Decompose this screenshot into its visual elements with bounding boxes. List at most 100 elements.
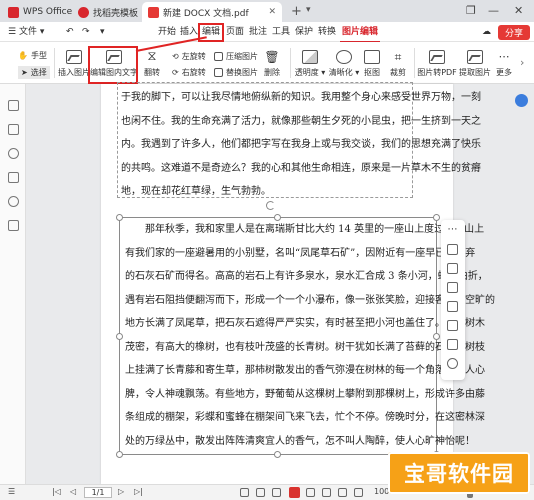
double-page-icon[interactable] [272, 488, 281, 497]
right-sidebar [510, 84, 534, 484]
text-line: 地方长满了凤尾草，把石灰石遮得严严实实，有时甚至把小河也盖住了。山上树木 [125, 318, 485, 329]
menu-convert[interactable]: 转换 [316, 25, 338, 40]
sharpen-text: 清晰化 [328, 68, 353, 77]
rotate-left-button[interactable]: ⟲ 左旋转 [172, 51, 206, 62]
close-window-icon[interactable]: ✕ [514, 4, 523, 17]
rotate-left-icon: ⟲ [172, 52, 179, 61]
crop-icon: ⌗ [394, 50, 402, 64]
close-tab-icon[interactable]: ✕ [262, 7, 276, 17]
compress-image-button[interactable]: 压缩图片 [214, 51, 258, 62]
page-number-input[interactable]: 1/1 [84, 487, 112, 498]
new-tab-icon[interactable]: + [291, 4, 302, 19]
watermark-text: 宝哥软件园 [404, 462, 514, 486]
toolbar-scroll-right-icon[interactable]: › [520, 56, 524, 69]
view-mode-icon[interactable] [240, 488, 249, 497]
first-page-icon[interactable]: |◁ [52, 487, 61, 496]
replace-image-button[interactable]: 替换图片 [214, 67, 258, 78]
menu-tools[interactable]: 工具 [270, 25, 292, 40]
bookmark-icon[interactable] [8, 100, 19, 111]
more-quick-icon[interactable]: ▾ [98, 25, 107, 40]
single-page-icon[interactable] [256, 488, 265, 497]
fit-width-icon[interactable] [306, 488, 315, 497]
cursor-icon: ➤ [21, 68, 28, 77]
resize-handle-top-left[interactable] [116, 214, 123, 221]
crop-image-icon[interactable] [447, 244, 458, 255]
prev-page-icon[interactable]: ◁ [70, 487, 76, 496]
flip-label: 翻转 [144, 68, 160, 77]
text-line: 有我们家的一座避暑用的小别墅，名叫“凤尾草石矿”，因附近有一座早已被废弃 [125, 247, 476, 259]
tab-pdf-document[interactable]: 新建 DOCX 文档.pdf ✕ [142, 2, 282, 22]
redo-icon[interactable]: ↷ [80, 25, 92, 40]
delete-label: 删除 [264, 68, 280, 77]
more-options-icon[interactable]: ⋯ [447, 225, 458, 237]
more-icon: ⋯ [498, 50, 510, 63]
crop-button[interactable]: ⌗ 裁剪 [388, 50, 408, 78]
replace-icon[interactable] [447, 263, 458, 274]
restore-window-icon[interactable]: ❐ [466, 4, 476, 17]
sidebar-toggle-icon[interactable]: ☰ [8, 487, 15, 496]
share-button[interactable]: 分享 [498, 25, 530, 40]
transparency-button[interactable]: 透明度 ▾ [294, 50, 326, 78]
tab-template[interactable]: 找稻壳模板 [72, 2, 140, 22]
check-icon[interactable] [447, 358, 458, 369]
comment-icon[interactable] [8, 148, 19, 159]
insert-image-button[interactable]: 插入图片 [58, 50, 90, 78]
thumbnail-icon[interactable] [8, 124, 19, 135]
pdf-file-icon [148, 6, 159, 18]
menu-start[interactable]: 开始 [156, 25, 178, 40]
fit-page-icon[interactable] [322, 488, 331, 497]
watermark-logo: 宝哥软件园 [388, 452, 530, 494]
resize-handle-bottom-left[interactable] [116, 451, 123, 458]
crop-label: 裁剪 [390, 68, 406, 77]
read-mode-icon[interactable] [289, 487, 300, 498]
matting-label: 抠图 [364, 68, 380, 77]
menu-comment[interactable]: 批注 [247, 25, 269, 40]
last-page-icon[interactable]: ▷| [134, 487, 143, 496]
resize-handle-mid-left[interactable] [116, 333, 123, 340]
menu-protect[interactable]: 保护 [293, 25, 315, 40]
next-page-icon[interactable]: ▷ [118, 487, 124, 496]
text-line: 处的万绿丛中，散发出阵阵清爽宜人的香气，怎不叫人陶醉，使人心旷神怡呢！ [125, 435, 475, 447]
flip-button[interactable]: ⧖ 翻转 [140, 50, 164, 78]
ocr-icon[interactable] [447, 320, 458, 331]
text-line: 那年秋季，我和家里人是在离瑞斯甘比大约 14 英里的一座山上度过的。山上 [145, 224, 485, 235]
fullscreen-icon[interactable] [354, 488, 363, 497]
toolbar-divider [414, 48, 415, 78]
minimize-icon[interactable]: — [488, 4, 499, 17]
attachment-icon[interactable] [8, 172, 19, 183]
image-text-icon[interactable] [447, 301, 458, 312]
delete-button[interactable]: 🗑 删除 [262, 50, 282, 78]
extract-image-button[interactable]: 提取图片 [459, 50, 491, 78]
top-paragraph[interactable]: 于我的脚下，可以让我尽情地俯纵新的知识。我用整个身心来感受世界万物，一刻 也闲不… [121, 86, 481, 204]
rotate-view-icon[interactable] [338, 488, 347, 497]
insert-image-icon [66, 50, 82, 64]
compress-image-label: 压缩图片 [226, 52, 258, 61]
transparency-label: 透明度 ▾ [294, 68, 326, 77]
cloud-sync-icon[interactable]: ☁ [480, 25, 493, 40]
template-icon [78, 6, 89, 18]
text-line: 的石灰石矿而得名。高高的岩石上有许多泉水，泉水汇合成 3 条小河，蜿蜒曲折， [125, 271, 488, 282]
image-to-pdf-button[interactable]: 图片转PDF [417, 50, 457, 78]
image-to-pdf-icon [429, 50, 445, 64]
flip-icon: ⧖ [147, 49, 157, 64]
text-line: 上挂满了长青藤和寄生草，那柿树散发出的香气弥漫在树林的每一个角落，沁人心 [125, 365, 485, 376]
more-button[interactable]: ⋯ 更多 [494, 50, 514, 78]
layers-icon[interactable] [8, 220, 19, 231]
chevron-down-icon[interactable]: ▾ [306, 5, 311, 15]
extract-icon[interactable] [447, 339, 458, 350]
select-tool[interactable]: ➤ 选择 [18, 66, 50, 79]
menu-page[interactable]: 页面 [224, 25, 246, 40]
menu-file[interactable]: ☰ 文件 ▾ [6, 25, 46, 40]
tab-wps-office[interactable]: WPS Office [2, 2, 78, 22]
rotate-handle-icon[interactable] [266, 201, 275, 210]
copy-icon[interactable] [447, 282, 458, 293]
menu-image-edit[interactable]: 图片编辑 [340, 25, 381, 43]
search-icon[interactable] [8, 196, 19, 207]
matting-button[interactable]: 抠图 [362, 50, 382, 78]
sharpen-button[interactable]: 清晰化 ▾ [328, 50, 359, 78]
assistant-icon[interactable] [515, 94, 528, 107]
undo-icon[interactable]: ↶ [64, 25, 76, 40]
rotate-left-label: 左旋转 [181, 52, 206, 61]
rotate-right-button[interactable]: ⟳ 右旋转 [172, 67, 206, 78]
hand-tool[interactable]: ✋ 手型 [18, 50, 47, 61]
